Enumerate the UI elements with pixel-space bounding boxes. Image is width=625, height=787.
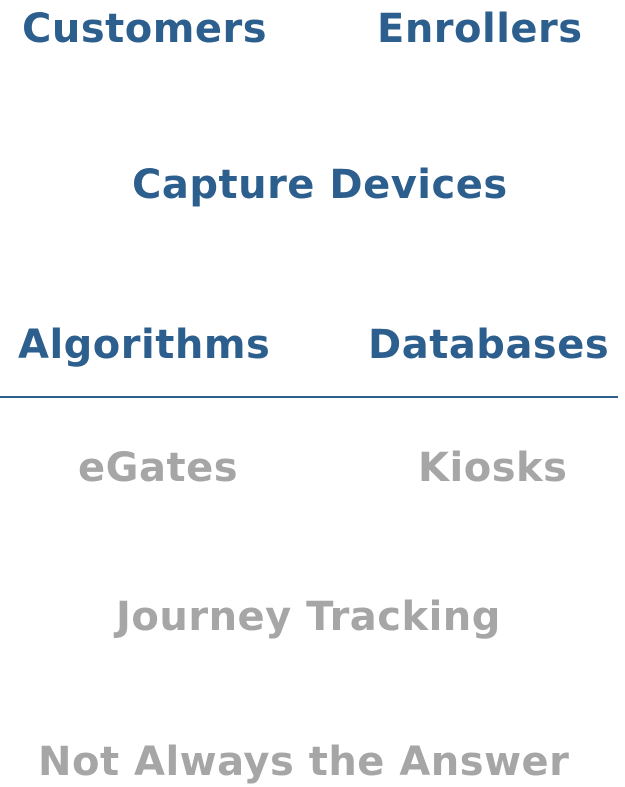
label-kiosks: Kiosks [418, 445, 568, 491]
label-not-always-the-answer: Not Always the Answer [38, 739, 570, 785]
label-enrollers: Enrollers [377, 6, 583, 52]
label-algorithms: Algorithms [18, 322, 271, 368]
label-capture-devices: Capture Devices [132, 162, 508, 208]
label-customers: Customers [22, 6, 268, 52]
label-journey-tracking: Journey Tracking [116, 594, 501, 640]
section-divider [0, 396, 618, 398]
label-databases: Databases [368, 322, 610, 368]
label-egates: eGates [78, 445, 239, 491]
